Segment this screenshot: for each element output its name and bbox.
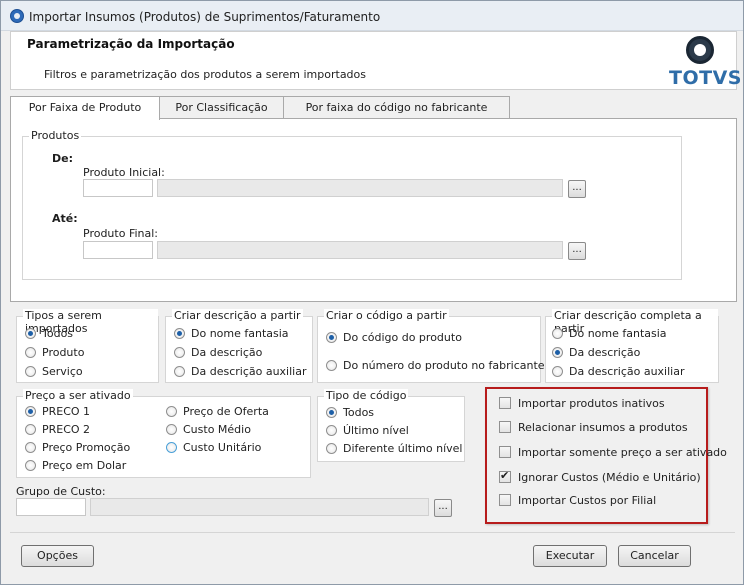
dialog-window: Importar Insumos (Produtos) de Supriment… [0, 0, 744, 585]
radio-button[interactable] [166, 423, 177, 435]
criar-descricao-completa-group: Criar descrição completa a partir Do nom… [545, 309, 719, 383]
tab-faixa-produto[interactable]: Por Faixa de Produto [10, 96, 160, 120]
produto-final-label: Produto Final: [83, 227, 159, 240]
grupo-custo-label: Grupo de Custo: [16, 485, 106, 498]
executar-button[interactable]: Executar [533, 545, 607, 567]
ate-label: Até: [52, 212, 78, 225]
criar-codigo-group: Criar o código a partir Do código do pro… [317, 309, 545, 383]
header-subtitle: Filtros e parametrização dos produtos a … [44, 68, 367, 81]
radio-button[interactable] [552, 365, 563, 377]
app-icon [10, 9, 24, 23]
totvs-logo-icon [686, 36, 714, 64]
radio-button[interactable] [25, 346, 36, 358]
radio-button[interactable] [25, 327, 36, 339]
tab-panel: Produtos De: Produto Inicial: ... Até: P… [10, 118, 737, 302]
radio-tipos-servico[interactable]: Serviço [25, 364, 83, 380]
checkbox[interactable] [499, 469, 511, 483]
radio-preco-2[interactable]: PRECO 2 [25, 422, 90, 438]
grupo-custo-input[interactable] [16, 498, 86, 516]
preco-group: Preço a ser ativado PRECO 1 PRECO 2 Preç… [16, 389, 311, 478]
radio-tipo-codigo-diferente[interactable]: Diferente último nível [326, 441, 462, 457]
radio-button[interactable] [166, 405, 177, 417]
produto-inicial-label: Produto Inicial: [83, 166, 165, 179]
checkbox[interactable] [499, 446, 511, 458]
tipos-group: Tipos a serem importados Todos Produto S… [16, 309, 159, 383]
radio-tipo-codigo-todos[interactable]: Todos [326, 405, 374, 421]
header-panel: Parametrização da Importação Filtros e p… [10, 31, 741, 90]
produtos-legend: Produtos [29, 129, 82, 142]
radio-completa-auxiliar[interactable]: Da descrição auxiliar [552, 364, 684, 380]
produto-final-lookup-button[interactable]: ... [568, 242, 586, 260]
tab-faixa-codigo-fabricante[interactable]: Por faixa do código no fabricante [283, 96, 510, 119]
radio-button[interactable] [25, 459, 36, 471]
radio-button[interactable] [174, 346, 185, 358]
header-title: Parametrização da Importação [27, 37, 235, 51]
radio-completa-nome-fantasia[interactable]: Do nome fantasia [552, 326, 667, 342]
checkbox[interactable] [499, 494, 511, 506]
checkbox-ignorar-custos[interactable]: Ignorar Custos (Médio e Unitário) [499, 469, 701, 486]
grupo-custo-lookup-button[interactable]: ... [434, 499, 452, 517]
produto-final-input[interactable] [83, 241, 153, 259]
criar-descricao-title: Criar descrição a partir [172, 309, 303, 322]
radio-button[interactable] [25, 365, 36, 377]
preco-title: Preço a ser ativado [23, 389, 133, 402]
checkbox-importar-inativos[interactable]: Importar produtos inativos [499, 396, 665, 412]
tab-classificacao[interactable]: Por Classificação [158, 96, 285, 119]
checkbox-custos-filial[interactable]: Importar Custos por Filial [499, 493, 656, 509]
checkbox-somente-preco[interactable]: Importar somente preço a ser ativado [499, 445, 727, 461]
checkbox[interactable] [499, 421, 511, 433]
produtos-fieldset: Produtos De: Produto Inicial: ... Até: P… [22, 129, 682, 280]
window-title: Importar Insumos (Produtos) de Supriment… [29, 10, 381, 24]
tipo-codigo-title: Tipo de código [324, 389, 409, 402]
grupo-custo-description [90, 498, 429, 516]
radio-button[interactable] [166, 441, 177, 453]
produto-inicial-description [157, 179, 563, 197]
radio-button[interactable] [174, 365, 185, 377]
de-label: De: [52, 152, 73, 165]
radio-button[interactable] [326, 331, 337, 343]
radio-button[interactable] [25, 441, 36, 453]
radio-preco-1[interactable]: PRECO 1 [25, 404, 90, 420]
checkbox[interactable] [499, 397, 511, 409]
produto-inicial-input[interactable] [83, 179, 153, 197]
radio-tipos-todos[interactable]: Todos [25, 326, 73, 342]
radio-codigo-produto[interactable]: Do código do produto [326, 330, 462, 346]
radio-preco-oferta[interactable]: Preço de Oferta [166, 404, 269, 420]
produto-inicial-lookup-button[interactable]: ... [568, 180, 586, 198]
radio-button[interactable] [552, 327, 563, 339]
radio-preco-dolar[interactable]: Preço em Dolar [25, 458, 126, 474]
radio-completa-descricao[interactable]: Da descrição [552, 345, 640, 361]
checkbox-relacionar-insumos[interactable]: Relacionar insumos a produtos [499, 420, 688, 436]
radio-button[interactable] [326, 359, 337, 371]
radio-button[interactable] [326, 424, 337, 436]
opcoes-button[interactable]: Opções [21, 545, 94, 567]
radio-descricao-auxiliar[interactable]: Da descrição auxiliar [174, 364, 306, 380]
radio-descricao-nome-fantasia[interactable]: Do nome fantasia [174, 326, 289, 342]
radio-codigo-fabricante[interactable]: Do número do produto no fabricante [326, 358, 545, 374]
radio-button[interactable] [552, 346, 563, 358]
options-checkbox-group: Importar produtos inativos Relacionar in… [485, 387, 727, 524]
footer-divider [10, 532, 735, 533]
radio-button[interactable] [326, 406, 337, 418]
radio-tipo-codigo-ultimo[interactable]: Último nível [326, 423, 409, 439]
title-bar: Importar Insumos (Produtos) de Supriment… [1, 1, 743, 31]
radio-button[interactable] [326, 442, 337, 454]
radio-custo-medio[interactable]: Custo Médio [166, 422, 251, 438]
radio-custo-unitario[interactable]: Custo Unitário [166, 440, 261, 456]
radio-button[interactable] [25, 423, 36, 435]
produto-final-description [157, 241, 563, 259]
criar-codigo-title: Criar o código a partir [324, 309, 449, 322]
radio-tipos-produto[interactable]: Produto [25, 345, 84, 361]
radio-descricao-descricao[interactable]: Da descrição [174, 345, 262, 361]
radio-button[interactable] [174, 327, 185, 339]
radio-button[interactable] [25, 405, 36, 417]
criar-descricao-group: Criar descrição a partir Do nome fantasi… [165, 309, 313, 383]
totvs-logo-text: TOTVS [669, 67, 742, 89]
cancelar-button[interactable]: Cancelar [618, 545, 691, 567]
radio-preco-promocao[interactable]: Preço Promoção [25, 440, 130, 456]
tipo-codigo-group: Tipo de código Todos Último nível Difere… [317, 389, 465, 462]
